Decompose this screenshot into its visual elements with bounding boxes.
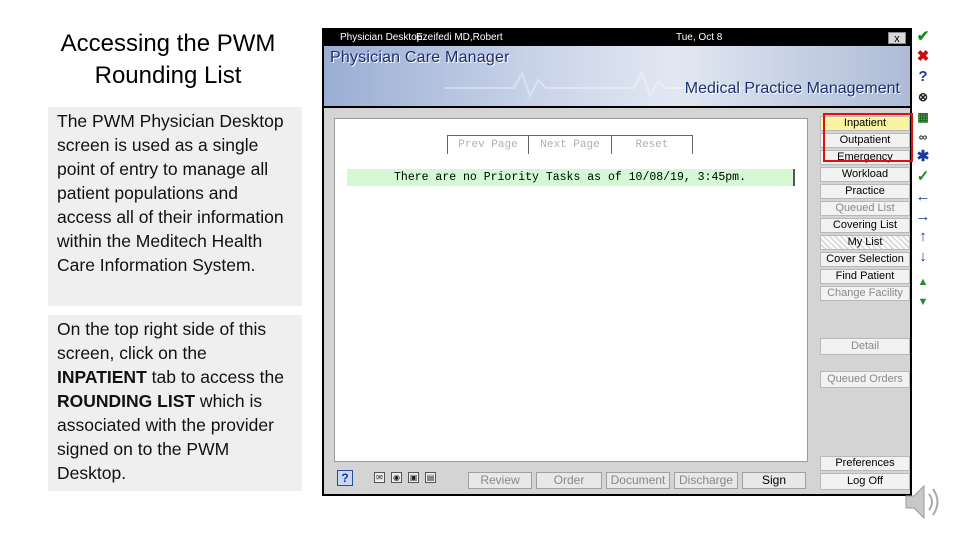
prev-page-button[interactable]: Prev Page bbox=[447, 135, 528, 154]
question-icon[interactable]: ? bbox=[914, 68, 932, 86]
help-button[interactable]: ? bbox=[337, 470, 353, 486]
bottom-action-bar: ? ✉ ◉ ▣ ▤ Review Order Document Discharg… bbox=[334, 468, 908, 492]
tab-cover-selection[interactable]: Cover Selection bbox=[820, 252, 910, 267]
instruction-text-a: On the top right side of this screen, cl… bbox=[57, 319, 267, 363]
window-titlebar: Physician Desktop Ezeifedi MD,Robert Tue… bbox=[324, 30, 910, 46]
slide-title: Accessing the PWM Rounding List bbox=[48, 28, 288, 92]
globe-icon[interactable]: ◉ bbox=[391, 472, 402, 483]
window-app-name: Physician Desktop bbox=[340, 32, 423, 43]
print-icon[interactable]: ▤ bbox=[425, 472, 436, 483]
slide-title-line2: Rounding List bbox=[94, 62, 242, 89]
instruction-text-c: tab to access the bbox=[146, 367, 284, 387]
slide-title-line1: Accessing the PWM bbox=[60, 30, 276, 57]
tab-find-patient[interactable]: Find Patient bbox=[820, 269, 910, 284]
priority-tasks-message: There are no Priority Tasks as of 10/08/… bbox=[347, 169, 795, 186]
task-panel: Prev Page Next Page Reset There are no P… bbox=[334, 118, 808, 462]
close-button[interactable]: x bbox=[888, 32, 906, 45]
tab-my-list[interactable]: My List bbox=[820, 235, 910, 250]
instruction-paragraph: On the top right side of this screen, cl… bbox=[48, 315, 302, 491]
arrow-down-icon[interactable]: ↓ bbox=[914, 248, 932, 266]
right-toolbar: ✔ ✖ ? ⊗ ▦ ∞ ✱ ✓ ← → ↑ ↓ ▲ ▼ bbox=[912, 28, 934, 318]
reset-button[interactable]: Reset bbox=[611, 135, 693, 154]
tab-covering-list[interactable]: Covering List bbox=[820, 218, 910, 233]
tab-practice[interactable]: Practice bbox=[820, 184, 910, 199]
check-pencil-icon[interactable]: ✓ bbox=[914, 168, 932, 186]
banner-subtitle: Medical Practice Management bbox=[684, 80, 900, 97]
window-date: Tue, Oct 8 bbox=[676, 32, 723, 43]
next-page-button[interactable]: Next Page bbox=[528, 135, 611, 154]
binoculars-icon[interactable]: ⊗ bbox=[914, 88, 932, 106]
arrow-bottom-icon[interactable]: ▼ bbox=[914, 293, 932, 311]
tab-queued-list[interactable]: Queued List bbox=[820, 201, 910, 216]
tab-workload[interactable]: Workload bbox=[820, 167, 910, 182]
order-button[interactable]: Order bbox=[536, 472, 602, 489]
sign-button[interactable]: Sign bbox=[742, 472, 806, 489]
queued-orders-button[interactable]: Queued Orders bbox=[820, 371, 910, 388]
pwm-app-window: Physician Desktop Ezeifedi MD,Robert Tue… bbox=[322, 28, 913, 496]
window-user: Ezeifedi MD,Robert bbox=[416, 32, 503, 43]
inpatient-highlight-box bbox=[823, 113, 913, 162]
banner-title: Physician Care Manager bbox=[330, 49, 510, 66]
speaker-icon bbox=[905, 484, 939, 520]
glasses-icon[interactable]: ∞ bbox=[914, 128, 932, 146]
mail-icon[interactable]: ✉ bbox=[374, 472, 385, 483]
arrow-right-icon[interactable]: → bbox=[914, 208, 932, 226]
instruction-rounding-term: ROUNDING LIST bbox=[57, 391, 196, 411]
tab-change-facility[interactable]: Change Facility bbox=[820, 286, 910, 301]
arrow-left-icon[interactable]: ← bbox=[914, 188, 932, 206]
document-button[interactable]: Document bbox=[606, 472, 670, 489]
desktop-content: Prev Page Next Page Reset There are no P… bbox=[324, 108, 913, 494]
intro-paragraph: The PWM Physician Desktop screen is used… bbox=[48, 107, 302, 306]
check-icon[interactable]: ✔ bbox=[914, 28, 932, 46]
detail-button[interactable]: Detail bbox=[820, 338, 910, 355]
discharge-button[interactable]: Discharge bbox=[674, 472, 738, 489]
calendar-icon[interactable]: ▦ bbox=[914, 108, 932, 126]
asterisk-icon[interactable]: ✱ bbox=[914, 148, 932, 166]
x-icon[interactable]: ✖ bbox=[914, 48, 932, 66]
instruction-inpatient-term: INPATIENT bbox=[57, 367, 147, 387]
arrow-top-icon[interactable]: ▲ bbox=[914, 273, 932, 291]
arrow-up-icon[interactable]: ↑ bbox=[914, 228, 932, 246]
review-button[interactable]: Review bbox=[468, 472, 532, 489]
app-banner: Physician Care Manager Medical Practice … bbox=[324, 46, 910, 106]
lock-icon[interactable]: ▣ bbox=[408, 472, 419, 483]
